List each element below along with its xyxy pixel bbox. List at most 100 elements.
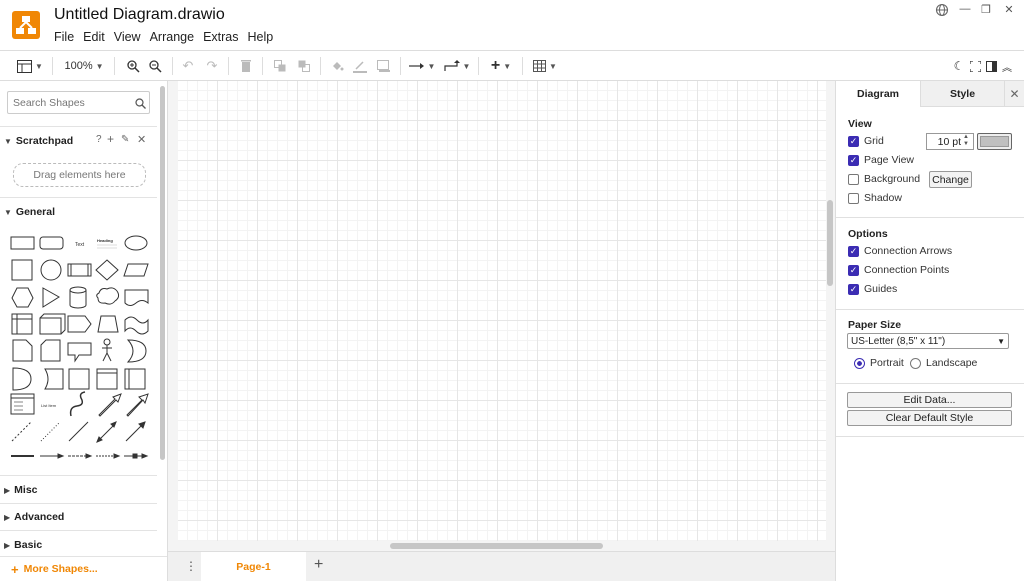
tab-diagram[interactable]: Diagram <box>836 81 920 107</box>
checkbox-unchecked-icon[interactable] <box>848 173 859 185</box>
container-shape[interactable] <box>68 368 90 390</box>
canvas-horizontal-scrollbar[interactable] <box>390 543 603 549</box>
dark-mode-icon[interactable]: ☾ <box>951 51 967 81</box>
parallelogram-shape[interactable] <box>123 263 149 277</box>
to-back-icon[interactable] <box>296 51 312 81</box>
grid-checkbox[interactable]: ✓ Grid <box>848 135 884 147</box>
card-shape[interactable] <box>40 339 61 362</box>
note-shape[interactable] <box>12 339 33 362</box>
menu-view[interactable]: View <box>114 30 146 44</box>
cloud-shape[interactable] <box>96 287 120 305</box>
internal-storage-shape[interactable] <box>11 313 33 335</box>
edit-icon[interactable]: ✎ <box>121 134 129 145</box>
hexagon-shape[interactable] <box>11 287 34 308</box>
fullscreen-icon[interactable] <box>967 51 983 81</box>
dashed-connector-shape[interactable] <box>68 453 93 459</box>
connection-icon[interactable]: ▼ <box>408 51 436 81</box>
search-shapes-input[interactable] <box>7 91 150 114</box>
list-shape[interactable] <box>10 393 35 415</box>
canvas-area[interactable] <box>168 81 835 551</box>
checkbox-unchecked-icon[interactable] <box>848 192 859 204</box>
checkbox-checked-icon[interactable]: ✓ <box>848 264 859 276</box>
to-front-icon[interactable] <box>272 51 288 81</box>
menu-file[interactable]: File <box>54 30 79 44</box>
heading-shape[interactable]: Heading <box>97 238 113 243</box>
ellipse-shape[interactable] <box>124 235 148 251</box>
general-header[interactable]: ▼ General <box>0 204 157 220</box>
shadow-checkbox[interactable]: Shadow <box>848 192 902 204</box>
line-shape[interactable] <box>68 421 89 442</box>
close-scratchpad-icon[interactable]: ✕ <box>137 133 146 146</box>
connection-arrows-checkbox[interactable]: ✓ Connection Arrows <box>848 245 952 257</box>
dashed-line-shape[interactable] <box>11 421 32 442</box>
or-shape[interactable] <box>126 339 147 363</box>
edit-data-button[interactable]: Edit Data... <box>847 392 1012 408</box>
trapezoid-shape[interactable] <box>97 315 119 333</box>
sidebar-scroll-thumb[interactable] <box>160 86 165 460</box>
dotted-line-shape[interactable] <box>40 421 61 442</box>
change-background-button[interactable]: Change <box>929 171 972 188</box>
data-storage-shape[interactable] <box>44 368 64 390</box>
rectangle-shape[interactable] <box>10 236 35 250</box>
landscape-radio[interactable]: Landscape <box>910 357 977 369</box>
basic-header[interactable]: ▶ Basic <box>0 537 157 553</box>
close-panel-icon[interactable]: ✕ <box>1004 81 1024 107</box>
curve-shape[interactable] <box>69 391 86 417</box>
checkbox-checked-icon[interactable]: ✓ <box>848 283 859 295</box>
undo-icon[interactable]: ↶ <box>180 51 196 81</box>
canvas-vertical-scrollbar[interactable] <box>827 200 833 286</box>
grid-color-button[interactable] <box>977 133 1012 150</box>
guides-checkbox[interactable]: ✓ Guides <box>848 283 897 295</box>
background-checkbox[interactable]: Background <box>848 173 920 185</box>
help-icon[interactable]: ? <box>96 134 102 145</box>
arrow-shape[interactable] <box>126 393 149 417</box>
tab-style[interactable]: Style <box>920 81 1004 107</box>
clear-default-style-button[interactable]: Clear Default Style <box>847 410 1012 426</box>
radio-unselected-icon[interactable] <box>910 357 921 369</box>
shadow-icon[interactable] <box>376 51 392 81</box>
bidirectional-connector-shape[interactable] <box>96 421 117 443</box>
paper-size-select[interactable]: US-Letter (8,5" x 11") ▼ <box>847 333 1009 349</box>
more-shapes-button[interactable]: + More Shapes... <box>0 556 167 581</box>
minimize-icon[interactable]: — <box>955 3 975 19</box>
checkbox-checked-icon[interactable]: ✓ <box>848 135 859 147</box>
association-connector-shape[interactable] <box>124 453 149 459</box>
bidirectional-arrow-shape[interactable] <box>98 393 122 417</box>
dotted-connector-shape[interactable] <box>96 453 121 459</box>
diagram-grid[interactable] <box>178 81 826 541</box>
radio-selected-icon[interactable] <box>854 357 865 369</box>
checkbox-checked-icon[interactable]: ✓ <box>848 245 859 257</box>
zoom-dropdown[interactable]: 100% ▼ <box>60 51 108 81</box>
rounded-rectangle-shape[interactable] <box>39 236 64 250</box>
misc-header[interactable]: ▶ Misc <box>0 482 157 498</box>
fill-color-icon[interactable] <box>329 51 345 81</box>
portrait-radio[interactable]: Portrait <box>854 357 904 369</box>
menu-help[interactable]: Help <box>248 30 279 44</box>
waypoints-icon[interactable]: ▼ <box>443 51 471 81</box>
link-shape[interactable] <box>40 453 65 459</box>
redo-icon[interactable]: ↷ <box>204 51 220 81</box>
list-item-shape[interactable]: List Item <box>41 403 57 408</box>
restore-icon[interactable]: ❐ <box>976 3 996 19</box>
page-tab[interactable]: Page-1 <box>201 552 306 582</box>
step-shape[interactable] <box>67 315 92 333</box>
and-shape[interactable] <box>12 367 32 391</box>
circle-shape[interactable] <box>40 259 62 281</box>
collapse-icon[interactable]: ︽ <box>999 51 1015 81</box>
search-icon[interactable] <box>135 96 146 114</box>
vertical-container-shape[interactable] <box>124 368 146 390</box>
close-icon[interactable]: ✕ <box>999 3 1019 19</box>
document-shape[interactable] <box>124 289 149 306</box>
table-icon[interactable]: ▼ <box>531 51 559 81</box>
zoom-in-icon[interactable] <box>124 51 142 81</box>
grid-size-stepper[interactable]: ▲ ▼ <box>963 134 969 148</box>
square-shape[interactable] <box>11 259 33 281</box>
scratchpad-header[interactable]: ▼ Scratchpad <box>0 133 157 149</box>
diamond-shape[interactable] <box>95 259 119 281</box>
page-view-checkbox[interactable]: ✓ Page View <box>848 154 914 166</box>
delete-icon[interactable] <box>238 51 254 81</box>
menu-edit[interactable]: Edit <box>83 30 110 44</box>
menu-arrange[interactable]: Arrange <box>150 30 199 44</box>
sidebar-toggle-icon[interactable]: ▼ <box>14 51 46 81</box>
checkbox-checked-icon[interactable]: ✓ <box>848 154 859 166</box>
